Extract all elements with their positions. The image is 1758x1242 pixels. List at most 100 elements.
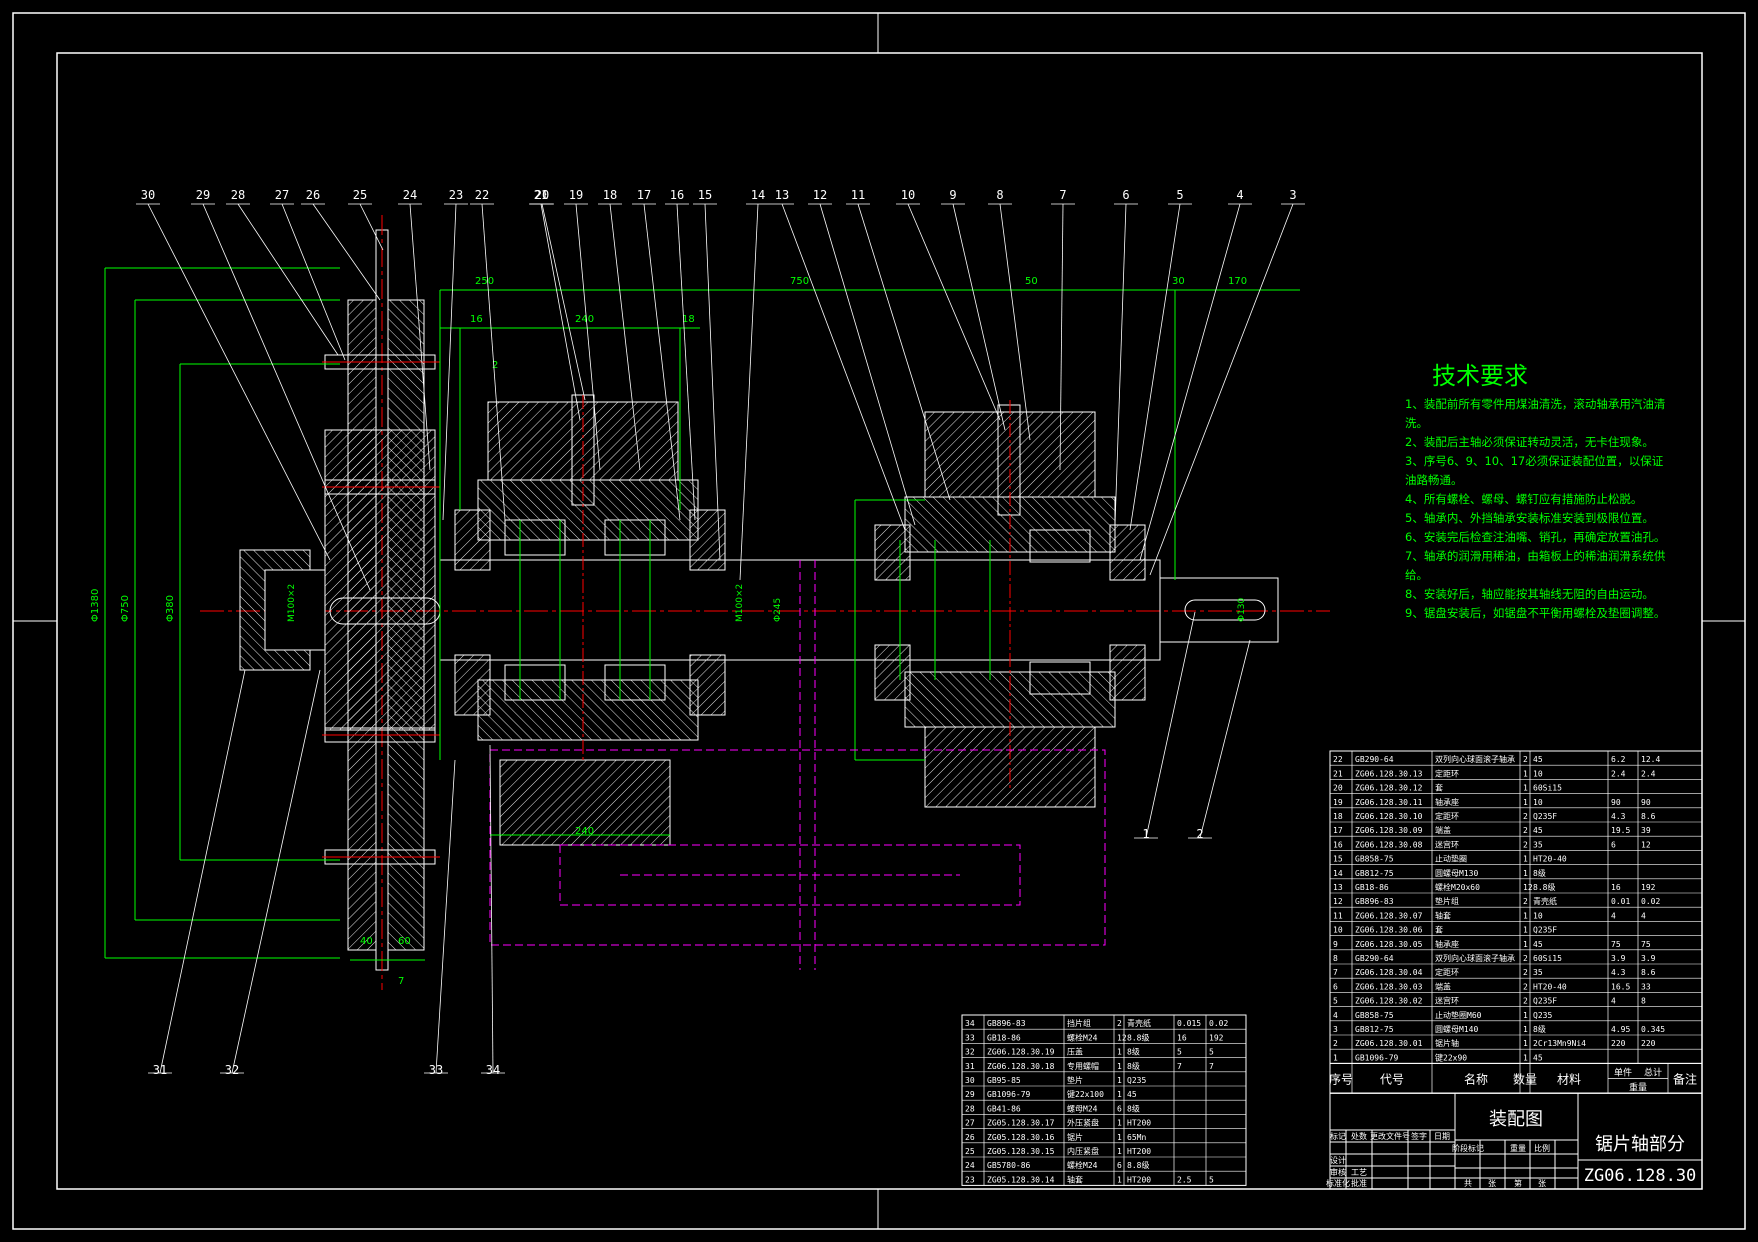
- dim-phi1: Φ1380: [90, 589, 101, 622]
- leader-line: [1145, 611, 1196, 839]
- bom-header-cell: 名称: [1464, 1071, 1488, 1086]
- bom-cell: GB812-75: [1355, 1025, 1394, 1034]
- bom-cell: 8.8级: [1127, 1032, 1149, 1042]
- dim-top-30: 30: [1172, 276, 1185, 287]
- bom-cell: 1: [1523, 940, 1528, 949]
- leader-line: [857, 203, 951, 501]
- bom-cell: 10: [1333, 926, 1343, 935]
- bom-cell: ZG06.128.30.09: [1355, 826, 1423, 835]
- bom-cell: GB290-64: [1355, 755, 1394, 764]
- table-row: 21 ZG06.128.30.13 定距环 1 10 2.4 2.4: [1333, 768, 1656, 778]
- bom-cell: 2.4: [1611, 769, 1626, 778]
- bom-header-cell: 序号: [1329, 1071, 1353, 1086]
- bom-cell: GB896-83: [987, 1019, 1026, 1028]
- tech-item: 8、安装好后，轴应能按其轴线无阻的自由运动。: [1405, 587, 1654, 601]
- table-row: 33 GB18-86 螺栓M24 12 8.8级 16 192: [965, 1032, 1224, 1042]
- bom-cell: 螺栓M24: [1067, 1160, 1098, 1170]
- bom-cell: 压盖: [1067, 1047, 1083, 1057]
- bom-cell: 3.9: [1641, 954, 1656, 963]
- bom-cell: 6.2: [1611, 755, 1626, 764]
- bom-cell: 2: [1523, 812, 1528, 821]
- bom-cell: ZG05.128.30.14: [987, 1175, 1055, 1184]
- bom-cell: 8.8级: [1127, 1160, 1149, 1170]
- bom-header-cell: 单件: [1614, 1066, 1632, 1078]
- bom-cell: 4: [1333, 1011, 1338, 1020]
- bom-cell: HT20-40: [1533, 982, 1567, 991]
- leader-line: [147, 203, 331, 561]
- bom-cell: 轴套: [1067, 1174, 1083, 1184]
- bom-cell: 45: [1533, 1053, 1543, 1062]
- bom-cell: GB1096-79: [987, 1090, 1031, 1099]
- leader-line: [1129, 203, 1181, 531]
- bom-cell: 90: [1641, 798, 1651, 807]
- title-block-label: 重量: [1510, 1143, 1526, 1153]
- bom-cell: 青壳纸: [1127, 1018, 1151, 1028]
- bom-cell: 5: [1333, 997, 1338, 1006]
- balloon-label: 28: [231, 188, 245, 202]
- table-row: 7 ZG06.128.30.04 定距环 2 35 4.3 8.6: [1333, 967, 1656, 977]
- bom-cell: 16: [1611, 883, 1621, 892]
- bom-cell: 45: [1533, 826, 1543, 835]
- bom-cell: 1: [1117, 1147, 1122, 1156]
- bom-cell: 45: [1533, 940, 1543, 949]
- balloon-label: 1: [1142, 827, 1149, 841]
- dim-s2: Φ130: [1237, 597, 1247, 622]
- balloon-label: 12: [813, 188, 827, 202]
- bom-cell: 12.4: [1641, 755, 1660, 764]
- bom-cell: GB18-86: [1355, 883, 1389, 892]
- bom-cell: 10: [1533, 769, 1543, 778]
- bom-cell: 25: [965, 1147, 975, 1156]
- bom-cell: 1: [1523, 1039, 1528, 1048]
- bom-cell: Q235F: [1533, 997, 1557, 1006]
- balloon-label: 3: [1289, 188, 1296, 202]
- bom-cell: 定距环: [1435, 811, 1459, 821]
- leader-line: [359, 203, 384, 251]
- title-block-label: 共: [1464, 1179, 1472, 1188]
- tech-item: 3、序号6、9、10、17必须保证装配位置，以保证: [1405, 454, 1664, 468]
- bom-cell: 11: [1333, 911, 1343, 920]
- table-row: 11 ZG06.128.30.07 轴套 1 10 4 4: [1333, 910, 1646, 920]
- dim-bottom-40: 40: [360, 936, 373, 947]
- bom-cell: 1: [1523, 1025, 1528, 1034]
- bom-cell: ZG06.128.30.03: [1355, 982, 1423, 991]
- bom-cell: Q235F: [1533, 926, 1557, 935]
- bom-cell: 220: [1641, 1039, 1656, 1048]
- tech-item: 5、轴承内、外挡轴承安装标准安装到极限位置。: [1405, 511, 1654, 525]
- bom-cell: 1: [1117, 1175, 1122, 1184]
- table-row: 16 ZG06.128.30.08 迷宫环 2 35 6 12: [1333, 839, 1651, 849]
- balloon-label: 32: [225, 1063, 239, 1077]
- bom-cell: ZG05.128.30.16: [987, 1133, 1055, 1142]
- bom-cell: 专用螺帽: [1067, 1061, 1099, 1071]
- balloon-label: 34: [486, 1063, 500, 1077]
- bom-cell: 4: [1611, 997, 1616, 1006]
- bom-cell: Q235F: [1533, 812, 1557, 821]
- balloon-label: 7: [1059, 188, 1066, 202]
- bom-cell: GB41-86: [987, 1104, 1021, 1113]
- part-name: 锯片轴部分: [1595, 1134, 1685, 1155]
- table-row: 6 ZG06.128.30.03 端盖 2 HT20-40 16.5 33: [1333, 981, 1651, 991]
- bearing-housing-left: [454, 394, 726, 846]
- leader-line: [1139, 203, 1241, 561]
- bom-cell: 35: [1533, 968, 1543, 977]
- bom-cell: 8级: [1533, 1024, 1546, 1034]
- bom-cell: 0.02: [1209, 1019, 1228, 1028]
- bom-cell: 12: [1117, 1033, 1127, 1042]
- bom-cell: 1: [1523, 911, 1528, 920]
- table-row: 14 GB812-75 圆螺母M130 1 8级: [1333, 868, 1546, 878]
- bom-cell: 75: [1611, 940, 1621, 949]
- balloon-label: 33: [429, 1063, 443, 1077]
- title-block-label: 工艺: [1351, 1168, 1367, 1177]
- bom-cell: 8.8级: [1533, 882, 1555, 892]
- bom-cell: 螺母M24: [1067, 1103, 1098, 1113]
- table-row: 15 GB858-75 止动垫圈 1 HT20-40: [1333, 854, 1567, 864]
- balloon-label: 17: [637, 188, 651, 202]
- table-row: 23 ZG05.128.30.14 轴套 1 HT200 2.5 5: [965, 1174, 1214, 1184]
- table-row: 29 GB1096-79 键22x100 1 45: [965, 1089, 1137, 1099]
- dim-top-170: 170: [1228, 276, 1247, 287]
- bom-cell: ZG06.128.30.18: [987, 1062, 1055, 1071]
- bom-cell: 8.6: [1641, 968, 1656, 977]
- bom-cell: 套: [1435, 925, 1443, 935]
- table-row: 32 ZG06.128.30.19 压盖 1 8级 5 5: [965, 1047, 1214, 1057]
- table-row: 3 GB812-75 圆螺母M140 1 8级 4.95 0.345: [1333, 1024, 1665, 1034]
- bom-cell: 4: [1611, 911, 1616, 920]
